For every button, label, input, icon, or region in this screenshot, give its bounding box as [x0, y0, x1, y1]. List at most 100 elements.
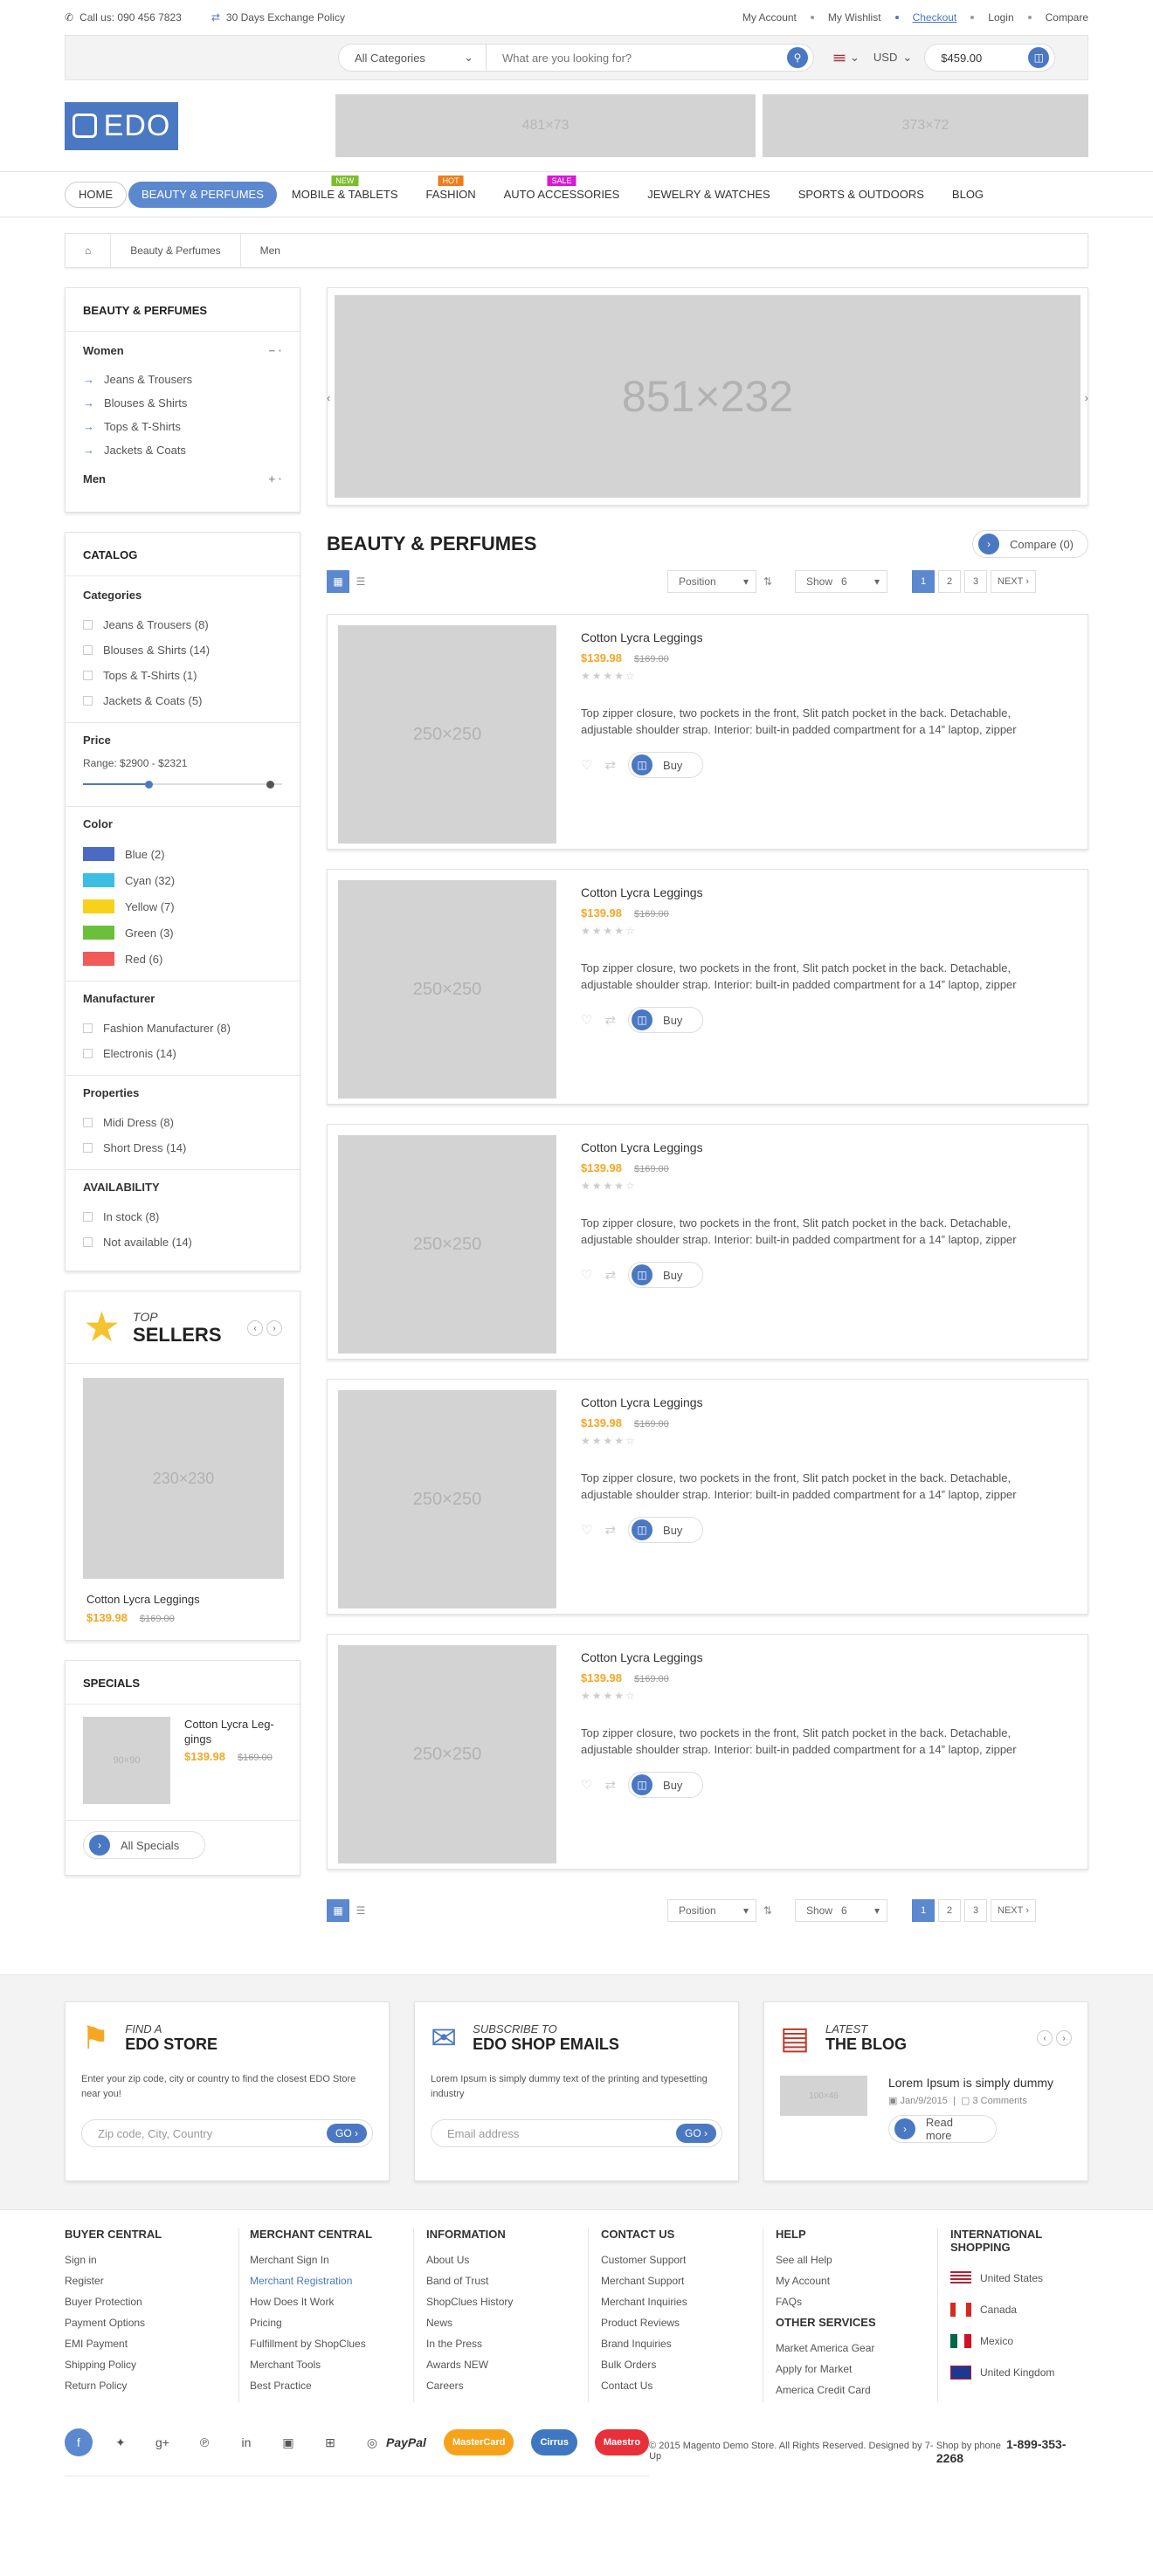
- footer-link[interactable]: Merchant Support: [601, 2270, 754, 2291]
- product-name[interactable]: Cotton Lycra Leggings: [581, 885, 1053, 899]
- twitter-icon[interactable]: ✦: [107, 2428, 135, 2456]
- compare-icon[interactable]: ⇄: [604, 1267, 616, 1283]
- buy-button[interactable]: ◫ Buy: [628, 1772, 704, 1798]
- blog-image[interactable]: 100×46: [780, 2076, 867, 2116]
- next-page[interactable]: NEXT ›: [991, 1899, 1037, 1922]
- color-filter[interactable]: Blue (2): [83, 841, 282, 867]
- plus-icon[interactable]: + ·: [268, 472, 282, 486]
- footer-link[interactable]: Merchant Sign In: [250, 2249, 404, 2270]
- product-name[interactable]: Cotton Lycra Leggings: [581, 1395, 1053, 1409]
- vimeo-icon[interactable]: ▣: [274, 2428, 302, 2456]
- seller-image[interactable]: 230×230: [83, 1378, 284, 1579]
- show-select[interactable]: Show 6 ▾: [795, 570, 887, 593]
- footer-link[interactable]: Merchant Registration: [250, 2270, 404, 2291]
- checkbox[interactable]: [83, 1212, 93, 1222]
- footer-link[interactable]: Merchant Tools: [250, 2354, 404, 2375]
- footer-link[interactable]: My Account: [776, 2270, 929, 2291]
- compare-icon[interactable]: ⇄: [604, 1777, 616, 1793]
- footer-link[interactable]: Return Policy: [65, 2375, 230, 2396]
- footer-link[interactable]: Bulk Orders: [601, 2354, 754, 2375]
- footer-link[interactable]: See all Help: [776, 2249, 929, 2270]
- category-filter[interactable]: Jackets & Coats (5): [83, 688, 282, 713]
- page-2[interactable]: 2: [938, 1899, 961, 1922]
- checkbox[interactable]: [83, 1237, 93, 1247]
- home-icon[interactable]: ⌂: [66, 234, 112, 267]
- property-filter[interactable]: Short Dress (14): [83, 1135, 282, 1161]
- footer-link[interactable]: News: [426, 2312, 579, 2333]
- footer-link[interactable]: Careers: [426, 2375, 579, 2396]
- special-name[interactable]: Cotton Lycra Leg-gings: [184, 1717, 282, 1746]
- category-filter[interactable]: Jeans & Trousers (8): [83, 612, 282, 637]
- color-filter[interactable]: Yellow (7): [83, 893, 282, 920]
- page-1[interactable]: 1: [912, 1899, 935, 1922]
- email-input[interactable]: Email address: [447, 2127, 519, 2140]
- chevron-left-icon[interactable]: ‹: [327, 391, 330, 404]
- special-image[interactable]: 90×90: [83, 1717, 170, 1804]
- list-view-icon[interactable]: ☰: [349, 570, 372, 593]
- nav-home[interactable]: HOME: [65, 181, 127, 208]
- read-more-button[interactable]: › Read more: [888, 2115, 997, 2143]
- country-us[interactable]: United States: [950, 2263, 1080, 2294]
- chevron-left-icon[interactable]: ‹: [247, 1320, 263, 1336]
- banner-1[interactable]: 481×73: [335, 94, 756, 157]
- nav-mobile-tablets[interactable]: NEW MOBILE & TABLETS: [279, 175, 411, 208]
- heart-icon[interactable]: ♡: [581, 1522, 592, 1538]
- buy-button[interactable]: ◫ Buy: [628, 1262, 704, 1288]
- women-item[interactable]: Jeans & Trousers: [83, 368, 282, 391]
- page-3[interactable]: 3: [964, 1899, 987, 1922]
- list-view-icon[interactable]: ☰: [349, 1899, 372, 1922]
- store-go-button[interactable]: GO ›: [326, 2124, 367, 2143]
- language-select[interactable]: ⌄: [833, 51, 860, 65]
- footer-link[interactable]: Register: [65, 2270, 230, 2291]
- grid-view-icon[interactable]: ▦: [327, 570, 349, 593]
- availability-filter[interactable]: In stock (8): [83, 1204, 282, 1229]
- page-2[interactable]: 2: [938, 570, 961, 593]
- grid-view-icon[interactable]: ▦: [327, 1899, 349, 1922]
- footer-link[interactable]: In the Press: [426, 2333, 579, 2354]
- sort-direction-icon[interactable]: ⇅: [756, 570, 779, 593]
- show-select[interactable]: Show 6 ▾: [795, 1899, 887, 1922]
- checkbox[interactable]: [83, 1049, 93, 1058]
- country-ca[interactable]: Canada: [950, 2294, 1080, 2325]
- minus-icon[interactable]: − ·: [268, 344, 282, 357]
- sort-select[interactable]: Position ▾: [667, 1899, 756, 1922]
- buy-button[interactable]: ◫ Buy: [628, 1517, 704, 1543]
- checkbox[interactable]: [83, 645, 93, 655]
- women-item[interactable]: Jackets & Coats: [83, 438, 282, 462]
- footer-link[interactable]: Sign in: [65, 2249, 230, 2270]
- category-filter[interactable]: Blouses & Shirts (14): [83, 637, 282, 663]
- linkedin-icon[interactable]: in: [232, 2428, 260, 2456]
- search-input[interactable]: [502, 51, 764, 65]
- footer-link[interactable]: How Does It Work: [250, 2291, 404, 2312]
- price-slider[interactable]: [83, 778, 282, 790]
- manufacturer-filter[interactable]: Electronis (14): [83, 1041, 282, 1066]
- men-toggle[interactable]: Men + ·: [83, 472, 282, 486]
- color-filter[interactable]: Cyan (32): [83, 867, 282, 893]
- checkbox[interactable]: [83, 1118, 93, 1127]
- color-filter[interactable]: Green (3): [83, 920, 282, 946]
- product-name[interactable]: Cotton Lycra Leggings: [581, 1140, 1053, 1154]
- footer-link[interactable]: Shipping Policy: [65, 2354, 230, 2375]
- country-uk[interactable]: United Kingdom: [950, 2357, 1080, 2388]
- my-account-link[interactable]: My Account: [742, 11, 797, 24]
- cart-button[interactable]: $459.00 ◫: [924, 44, 1056, 72]
- hero-image[interactable]: 851×232: [335, 295, 1081, 498]
- nav-auto-accessories[interactable]: SALE AUTO ACCESSORIES: [491, 175, 633, 208]
- color-filter[interactable]: Red (6): [83, 946, 282, 972]
- next-page[interactable]: NEXT ›: [991, 570, 1037, 593]
- nav-fashion[interactable]: HOT FASHION: [413, 175, 489, 208]
- page-3[interactable]: 3: [964, 570, 987, 593]
- all-specials-button[interactable]: › All Specials: [83, 1831, 205, 1859]
- footer-link[interactable]: America Credit Card: [776, 2380, 929, 2400]
- blog-title[interactable]: Lorem Ipsum is simply dummy: [888, 2076, 1053, 2090]
- nav-beauty-perfumes[interactable]: BEAUTY & PERFUMES: [128, 181, 277, 208]
- heart-icon[interactable]: ♡: [581, 1777, 592, 1793]
- footer-link[interactable]: FAQs: [776, 2291, 929, 2312]
- my-wishlist-link[interactable]: My Wishlist: [828, 11, 881, 24]
- compare-button[interactable]: › Compare (0): [972, 530, 1088, 558]
- facebook-icon[interactable]: f: [65, 2428, 93, 2456]
- checkbox[interactable]: [83, 620, 93, 630]
- chevron-right-icon[interactable]: ›: [1056, 2030, 1072, 2046]
- login-link[interactable]: Login: [988, 11, 1013, 24]
- footer-link[interactable]: Product Reviews: [601, 2312, 754, 2333]
